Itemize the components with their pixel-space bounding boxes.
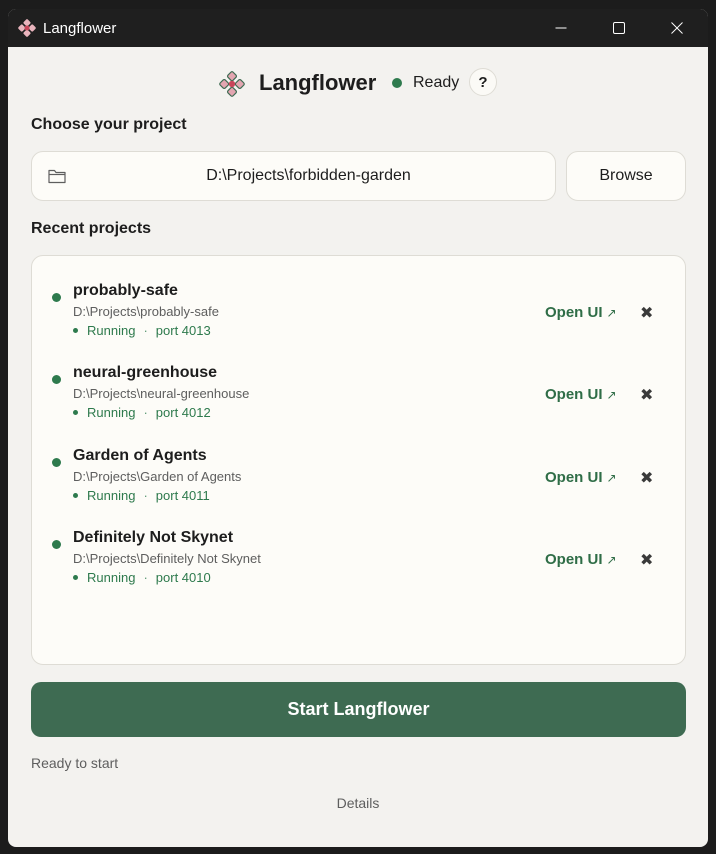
list-item: Definitely Not Skynet D:\Projects\Defini…	[32, 513, 685, 585]
remove-project-button[interactable]: ✖	[640, 468, 653, 488]
app-window: Langflower Langflower Ready ? Choose you…	[8, 9, 708, 847]
remove-project-button[interactable]: ✖	[640, 303, 653, 323]
app-header: Langflower Ready ?	[8, 67, 708, 101]
list-item: Garden of Agents D:\Projects\Garden of A…	[32, 431, 685, 503]
open-ui-label: Open UI	[545, 386, 603, 403]
project-status: Running · port 4010	[73, 570, 211, 585]
external-link-icon: ↗	[606, 471, 617, 485]
project-path-text: D:\Projects\forbidden-garden	[206, 167, 411, 184]
separator: ·	[143, 323, 148, 338]
running-dot	[52, 293, 61, 302]
external-link-icon: ↗	[606, 306, 617, 320]
close-icon	[671, 22, 683, 34]
project-status: Running · port 4012	[73, 405, 211, 420]
status-text: Running	[87, 570, 136, 585]
open-ui-label: Open UI	[545, 469, 603, 486]
separator: ·	[143, 405, 148, 420]
open-ui-link[interactable]: Open UI ↗	[545, 551, 617, 568]
open-ui-link[interactable]: Open UI ↗	[545, 386, 617, 403]
choose-project-label: Choose your project	[31, 116, 187, 133]
port-text: port 4010	[155, 570, 211, 585]
project-name: Definitely Not Skynet	[73, 529, 234, 546]
close-window-button[interactable]	[648, 9, 706, 47]
status-text: Running	[87, 405, 136, 420]
port-text: port 4013	[155, 323, 211, 338]
project-path-field[interactable]: D:\Projects\forbidden-garden	[31, 151, 556, 201]
flower-logo-icon	[219, 71, 245, 97]
list-item: neural-greenhouse D:\Projects\neural-gre…	[32, 348, 685, 420]
project-path: D:\Projects\Definitely Not Skynet	[73, 551, 261, 566]
project-path: D:\Projects\probably-safe	[73, 304, 219, 319]
status-label: Ready	[413, 74, 460, 91]
maximize-icon	[613, 22, 625, 34]
project-name: probably-safe	[73, 282, 178, 299]
flower-logo-icon	[18, 19, 36, 37]
separator: ·	[143, 570, 148, 585]
port-text: port 4011	[155, 488, 210, 503]
running-dot	[52, 540, 61, 549]
external-link-icon: ↗	[606, 388, 617, 402]
project-status: Running · port 4013	[73, 323, 211, 338]
project-name: Garden of Agents	[73, 447, 207, 464]
project-path: D:\Projects\Garden of Agents	[73, 469, 242, 484]
status-text: Running	[87, 323, 136, 338]
status-text: Running	[87, 488, 136, 503]
running-dot	[52, 375, 61, 384]
status-mini-dot	[73, 575, 78, 580]
brand-name: Langflower	[259, 70, 377, 95]
external-link-icon: ↗	[606, 553, 617, 567]
minimize-button[interactable]	[532, 9, 590, 47]
port-text: port 4012	[155, 405, 211, 420]
status-mini-dot	[73, 328, 78, 333]
open-ui-label: Open UI	[545, 551, 603, 568]
separator: ·	[143, 488, 148, 503]
window-title: Langflower	[43, 20, 117, 37]
open-ui-link[interactable]: Open UI ↗	[545, 304, 617, 321]
title-bar: Langflower	[8, 9, 708, 47]
minimize-icon	[555, 27, 567, 29]
remove-project-button[interactable]: ✖	[640, 385, 653, 405]
details-link[interactable]: Details	[8, 795, 708, 811]
status-dot	[392, 78, 402, 88]
open-ui-link[interactable]: Open UI ↗	[545, 469, 617, 486]
start-button[interactable]: Start Langflower	[31, 682, 686, 737]
list-item: probably-safe D:\Projects\probably-safe …	[32, 266, 685, 338]
project-path: D:\Projects\neural-greenhouse	[73, 386, 250, 401]
status-mini-dot	[73, 410, 78, 415]
status-message: Ready to start	[31, 755, 119, 771]
browse-button[interactable]: Browse	[566, 151, 686, 201]
project-name: neural-greenhouse	[73, 364, 218, 381]
project-status: Running · port 4011	[73, 488, 210, 503]
recent-projects-list: probably-safe D:\Projects\probably-safe …	[31, 255, 686, 665]
help-button[interactable]: ?	[469, 68, 497, 96]
status-mini-dot	[73, 493, 78, 498]
running-dot	[52, 458, 61, 467]
maximize-button[interactable]	[590, 9, 648, 47]
remove-project-button[interactable]: ✖	[640, 550, 653, 570]
recent-projects-label: Recent projects	[31, 220, 152, 237]
open-ui-label: Open UI	[545, 304, 603, 321]
